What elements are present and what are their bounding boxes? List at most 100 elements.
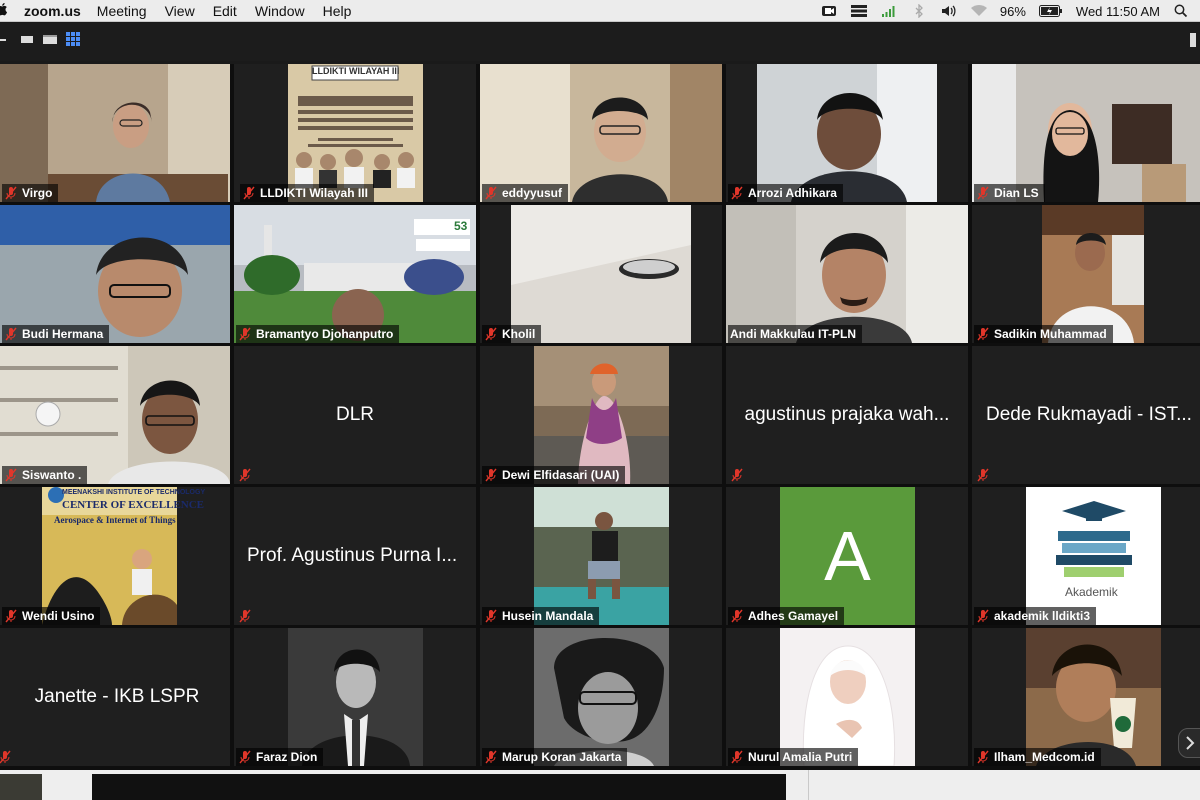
wifi-icon[interactable] — [970, 3, 988, 19]
participant-tile-nurul[interactable]: Nurul Amalia Putri — [726, 628, 968, 766]
avatar-caption: Akademik — [1065, 585, 1118, 599]
video-feed — [0, 64, 230, 202]
mic-muted-icon — [5, 186, 17, 200]
window-bottom-strip — [0, 770, 1200, 800]
participant-tile-virgo[interactable]: Virgo — [0, 64, 230, 202]
participant-tile-janette[interactable]: Janette - IKB LSPR — [0, 628, 230, 766]
participant-name: Siswanto . — [22, 468, 82, 482]
camera-status-icon[interactable] — [820, 3, 838, 19]
minimize-icon[interactable] — [0, 32, 14, 44]
participant-label: eddyyusuf — [482, 184, 569, 202]
volume-icon[interactable] — [940, 3, 958, 19]
mic-muted-icon — [5, 468, 17, 482]
spotlight-search-icon[interactable] — [1172, 3, 1190, 19]
participant-tile-kholil[interactable]: Kholil — [480, 205, 722, 343]
avatar: A — [780, 487, 915, 625]
mic-muted-icon — [239, 327, 251, 341]
filmstrip-view-icon[interactable] — [42, 32, 57, 44]
participant-label: Virgo — [2, 184, 59, 202]
participant-tile-budi[interactable]: Budi Hermana — [0, 205, 230, 343]
participant-tile-lldikti[interactable]: LLDIKTI WILAYAH III LLDIKTI Wilayah III — [234, 64, 476, 202]
event-badge: 53 — [454, 219, 468, 233]
participant-tile-dewi[interactable]: Dewi Elfidasari (UAI) — [480, 346, 722, 484]
banner-text: MEENAKSHI INSTITUTE OF TECHNOLOGY — [62, 489, 206, 496]
mic-muted-icon — [731, 468, 743, 482]
avatar-books-graphic — [1026, 487, 1161, 625]
participant-name: Marup Koran Jakarta — [502, 750, 622, 764]
participant-label: Bramantyo Djohanputro — [236, 325, 400, 343]
participant-name: Husein Mandala — [502, 609, 594, 623]
mic-muted-icon — [485, 750, 497, 764]
participant-tile-dian[interactable]: Dian LS — [972, 64, 1200, 202]
participant-tile-bramantyo[interactable]: 53 Bramantyo Djohanputro — [234, 205, 476, 343]
mic-muted-icon — [243, 186, 255, 200]
participant-label: Adhes Gamayel — [728, 607, 845, 625]
participant-tile-adhes[interactable]: A Adhes Gamayel — [726, 487, 968, 625]
mic-muted-icon — [977, 750, 989, 764]
participant-tile-eddyyusuf[interactable]: eddyyusuf — [480, 64, 722, 202]
participant-name: Arrozi Adhikara — [748, 186, 837, 200]
participant-tile-faraz[interactable]: Faraz Dion — [234, 628, 476, 766]
mic-muted-icon — [977, 327, 989, 341]
stack-menu-icon[interactable] — [850, 3, 868, 19]
next-page-button[interactable] — [1178, 728, 1200, 758]
video-feed — [0, 205, 230, 343]
menu-view[interactable]: View — [165, 3, 195, 19]
participant-tile-dlr[interactable]: DLR — [234, 346, 476, 484]
participant-label: Ilham_Medcom.id — [974, 748, 1101, 766]
menu-help[interactable]: Help — [323, 3, 352, 19]
participant-tile-akademik[interactable]: Akademik akademik lldikti3 — [972, 487, 1200, 625]
participant-tile-dede[interactable]: Dede Rukmayadi - IST... — [972, 346, 1200, 484]
mic-muted-icon — [485, 327, 497, 341]
menu-meeting[interactable]: Meeting — [97, 3, 147, 19]
participant-label: Kholil — [482, 325, 542, 343]
mic-muted-icon — [731, 750, 743, 764]
participant-tile-ilham[interactable]: Ilham_Medcom.id — [972, 628, 1200, 766]
battery-icon[interactable] — [1038, 3, 1064, 19]
participant-tile-sadikin[interactable]: Sadikin Muhammad — [972, 205, 1200, 343]
participant-tile-wendi[interactable]: MEENAKSHI INSTITUTE OF TECHNOLOGY CENTER… — [0, 487, 230, 625]
video-feed — [288, 64, 423, 202]
mic-muted-icon — [239, 609, 251, 623]
app-menu-zoom[interactable]: zoom.us — [24, 3, 81, 19]
video-feed — [534, 487, 669, 625]
participant-name: eddyyusuf — [502, 186, 563, 200]
bluetooth-icon[interactable] — [910, 3, 928, 19]
video-feed — [757, 64, 937, 202]
participant-tile-marup[interactable]: Marup Koran Jakarta — [480, 628, 722, 766]
participant-label: Marup Koran Jakarta — [482, 748, 628, 766]
menu-clock[interactable]: Wed 11:50 AM — [1076, 4, 1160, 19]
apple-menu-icon[interactable] — [0, 2, 10, 19]
participant-tile-prof-agustinus[interactable]: Prof. Agustinus Purna I... — [234, 487, 476, 625]
mic-muted-icon — [731, 186, 743, 200]
video-feed — [234, 205, 476, 343]
participant-tile-arrozi[interactable]: Arrozi Adhikara — [726, 64, 968, 202]
participant-name: Ilham_Medcom.id — [994, 750, 1095, 764]
participant-tile-andi-active-speaker[interactable]: Andi Makkulau IT-PLN — [726, 205, 968, 343]
gallery-view-icon[interactable] — [66, 32, 80, 46]
video-feed — [511, 205, 691, 343]
participant-tile-agustinus-prajaka[interactable]: agustinus prajaka wah... — [726, 346, 968, 484]
participant-name: Sadikin Muhammad — [994, 327, 1107, 341]
signal-bars-icon[interactable] — [880, 3, 898, 19]
participant-name: Adhes Gamayel — [748, 609, 839, 623]
participant-label: Nurul Amalia Putri — [728, 748, 859, 766]
participant-tile-husein[interactable]: Husein Mandala — [480, 487, 722, 625]
participant-name: Nurul Amalia Putri — [748, 750, 853, 764]
participant-label: akademik lldikti3 — [974, 607, 1097, 625]
video-feed — [1026, 628, 1161, 766]
participant-display-name: DLR — [335, 404, 374, 425]
participant-label: Dian LS — [974, 184, 1045, 202]
participant-display-name: Dede Rukmayadi - IST... — [986, 404, 1192, 425]
banner-text: Aerospace & Internet of Things — [54, 515, 176, 525]
speaker-view-icon[interactable] — [20, 32, 34, 44]
participant-name: Wendi Usino — [22, 609, 95, 623]
video-feed — [480, 64, 722, 202]
menu-edit[interactable]: Edit — [213, 3, 237, 19]
banner-text: CENTER OF EXCELLENCE — [62, 499, 205, 511]
participant-label: Arrozi Adhikara — [728, 184, 843, 202]
background-window — [92, 774, 786, 800]
menu-window[interactable]: Window — [255, 3, 305, 19]
background-thumbnail — [0, 774, 42, 800]
participant-tile-siswanto[interactable]: Siswanto . — [0, 346, 230, 484]
